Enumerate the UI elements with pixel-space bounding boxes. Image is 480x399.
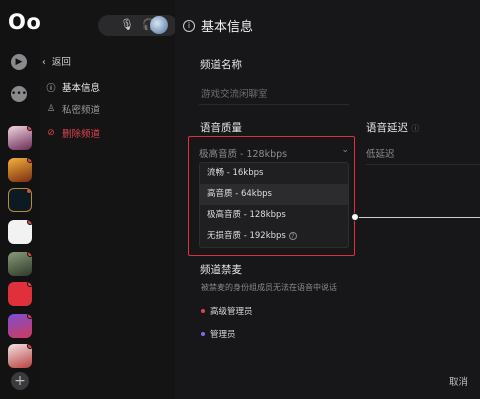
server-icon[interactable]	[8, 126, 32, 150]
voice-delay-select[interactable]: 低延迟	[366, 146, 395, 160]
menu-option-label: 无损音质 - 192kbps	[207, 231, 286, 241]
notification-dot	[27, 252, 32, 257]
cancel-button[interactable]: 取消	[449, 374, 468, 388]
microphone-icon[interactable]: 🎙	[120, 18, 134, 31]
discover-icon[interactable]: ▶	[11, 54, 27, 70]
nav-item-label: 私密频道	[62, 105, 101, 116]
notification-dot	[27, 126, 32, 131]
selected-value: 极高音质 - 128kbps	[199, 149, 288, 160]
server-icon[interactable]	[8, 252, 32, 276]
avatar[interactable]	[150, 16, 168, 34]
server-icon[interactable]	[8, 314, 32, 338]
notification-dot	[27, 282, 32, 287]
help-icon: ?	[288, 231, 297, 240]
server-icon[interactable]	[8, 188, 32, 212]
server-icon[interactable]	[8, 282, 32, 306]
nav-item-label: 基本信息	[62, 83, 101, 94]
menu-option[interactable]: 极高音质 - 128kbps	[200, 205, 348, 226]
channel-mute-label: 频道禁麦	[200, 264, 242, 276]
add-server-button[interactable]: +	[11, 372, 29, 390]
chevron-down-icon: ⌄	[341, 145, 349, 155]
server-icon[interactable]	[8, 220, 32, 244]
trash-icon: ⊘	[47, 128, 55, 138]
messages-icon[interactable]: •••	[11, 86, 27, 102]
server-icon[interactable]	[8, 344, 32, 368]
nav-item-delete-channel[interactable]: ⊘ 删除频道	[46, 126, 100, 140]
slider-handle[interactable]	[351, 213, 359, 221]
nav-item-private-channel[interactable]: ♙ 私密频道	[46, 102, 100, 116]
server-icon[interactable]	[8, 158, 32, 182]
notification-dot	[27, 314, 32, 319]
divider	[199, 104, 349, 105]
back-button[interactable]: ‹ 返回	[42, 54, 71, 68]
voice-quality-label: 语音质量	[200, 122, 242, 134]
person-lock-icon: ♙	[46, 104, 56, 114]
notification-dot	[27, 158, 32, 163]
role-color-dot	[201, 309, 205, 313]
role-color-dot	[201, 332, 205, 336]
back-label: 返回	[51, 57, 71, 68]
voice-delay-label: 语音延迟 ⓘ	[366, 122, 420, 134]
nav-item-label: 删除频道	[62, 129, 101, 140]
channel-mute-description: 被禁麦的身份组成员无法在语音中说话	[201, 283, 337, 292]
role-item[interactable]: 管理员	[210, 328, 236, 340]
slider-track[interactable]	[355, 217, 480, 218]
menu-option[interactable]: 高音质 - 64kbps	[200, 184, 348, 205]
page-header: i 基本信息	[183, 16, 253, 35]
info-icon: i	[183, 19, 195, 32]
channel-name-input[interactable]: 游戏交流闲聊室	[201, 86, 268, 100]
voice-quality-select[interactable]: 极高音质 - 128kbps ⌄	[199, 145, 349, 160]
nav-item-basic-info[interactable]: ⓘ 基本信息	[46, 80, 100, 94]
divider	[366, 164, 480, 165]
menu-option[interactable]: 流畅 - 16kbps	[200, 163, 348, 184]
voice-quality-menu: 流畅 - 16kbps 高音质 - 64kbps 极高音质 - 128kbps …	[199, 162, 349, 248]
notification-dot	[27, 344, 32, 349]
page-title: 基本信息	[201, 20, 254, 35]
role-item[interactable]: 高级管理员	[210, 305, 253, 317]
help-icon: ⓘ	[411, 124, 420, 133]
info-icon: ⓘ	[46, 83, 56, 94]
menu-option[interactable]: 无损音质 - 192kbps?	[200, 226, 348, 247]
notification-dot	[27, 220, 32, 225]
channel-name-label: 频道名称	[200, 59, 242, 71]
